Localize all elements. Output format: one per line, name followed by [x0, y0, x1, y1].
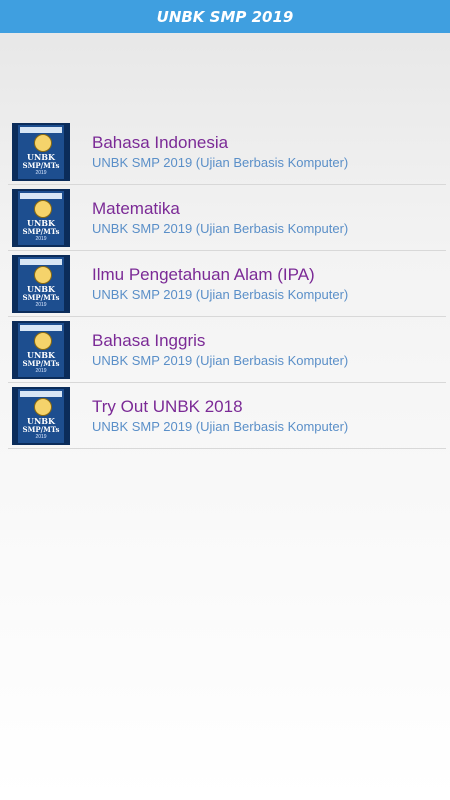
- item-subtitle: UNBK SMP 2019 (Ujian Berbasis Komputer): [92, 286, 349, 302]
- book-cover-icon: UNBK SMP/MTs 2019: [12, 122, 70, 181]
- mascot-icon: [34, 133, 52, 152]
- mascot-icon: [34, 199, 52, 218]
- item-title: Bahasa Inggris: [92, 330, 206, 350]
- item-subtitle: UNBK SMP 2019 (Ujian Berbasis Komputer): [92, 220, 349, 236]
- app-title: UNBK SMP 2019: [156, 7, 294, 26]
- list-item[interactable]: UNBK SMP/MTs 2019 Try Out UNBK 2018 UNBK…: [8, 383, 446, 449]
- mascot-icon: [34, 265, 52, 284]
- item-subtitle: UNBK SMP 2019 (Ujian Berbasis Komputer): [92, 154, 349, 170]
- item-subtitle: UNBK SMP 2019 (Ujian Berbasis Komputer): [92, 418, 349, 434]
- subject-list: UNBK SMP/MTs 2019 Bahasa Indonesia UNBK …: [8, 119, 446, 449]
- list-item[interactable]: UNBK SMP/MTs 2019 Matematika UNBK SMP 20…: [8, 185, 446, 251]
- book-cover-icon: UNBK SMP/MTs 2019: [12, 254, 70, 313]
- book-cover-icon: UNBK SMP/MTs 2019: [12, 386, 70, 445]
- list-item[interactable]: UNBK SMP/MTs 2019 Ilmu Pengetahuan Alam …: [8, 251, 446, 317]
- item-title: Try Out UNBK 2018: [92, 396, 243, 416]
- app-bar: UNBK SMP 2019: [0, 0, 450, 33]
- mascot-icon: [34, 397, 52, 416]
- item-title: Bahasa Indonesia: [92, 132, 229, 152]
- book-cover-icon: UNBK SMP/MTs 2019: [12, 188, 70, 247]
- item-title: Matematika: [92, 198, 180, 218]
- book-cover-icon: UNBK SMP/MTs 2019: [12, 320, 70, 379]
- list-item[interactable]: UNBK SMP/MTs 2019 Bahasa Inggris UNBK SM…: [8, 317, 446, 383]
- item-subtitle: UNBK SMP 2019 (Ujian Berbasis Komputer): [92, 352, 349, 368]
- item-title: Ilmu Pengetahuan Alam (IPA): [92, 264, 315, 284]
- mascot-icon: [34, 331, 52, 350]
- list-item[interactable]: UNBK SMP/MTs 2019 Bahasa Indonesia UNBK …: [8, 119, 446, 185]
